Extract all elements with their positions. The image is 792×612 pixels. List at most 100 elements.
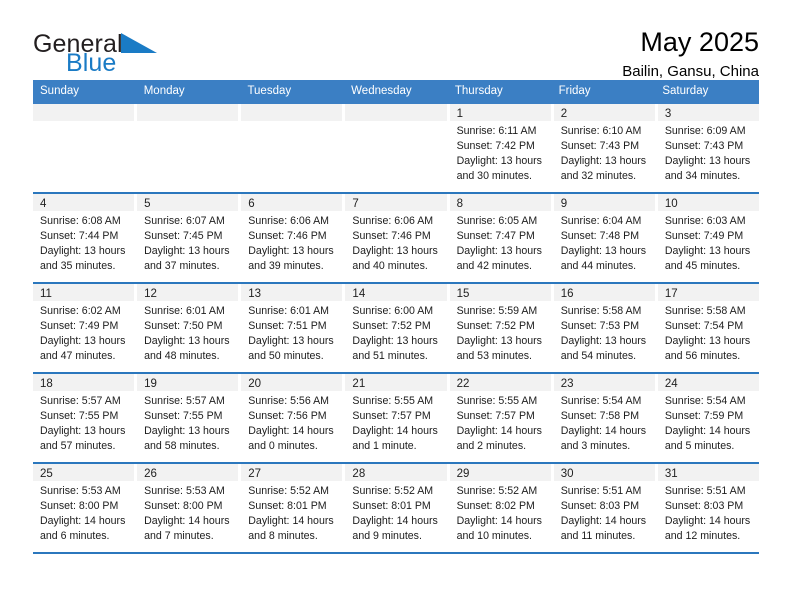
calendar-day-cell[interactable]: 28 Sunrise: 5:52 AM Sunset: 8:01 PM Dayligh…	[345, 463, 450, 552]
day-number-band: 29	[449, 463, 551, 481]
sunset-text: Sunset: 8:00 PM	[144, 499, 223, 512]
daylight-text: Daylight: 14 hours and 7 minutes.	[144, 514, 230, 542]
sunset-text: Sunset: 7:58 PM	[560, 409, 640, 422]
day-details: Sunrise: 5:52 AM Sunset: 8:01 PM Daylight:…	[241, 481, 342, 544]
sunrise-text: Sunrise: 5:53 AM	[144, 484, 225, 497]
calendar-day-cell[interactable]: 15 Sunrise: 5:59 AM Sunset: 7:52 PM Dayligh…	[449, 283, 554, 372]
brand-logo[interactable]: General Blue	[33, 28, 213, 76]
calendar-day-cell[interactable]: 2 Sunrise: 6:10 AM Sunset: 7:43 PM Daylight…	[553, 103, 658, 192]
daylight-text: Daylight: 13 hours and 39 minutes.	[248, 244, 334, 272]
sunrise-text: Sunrise: 5:54 AM	[560, 394, 642, 407]
day-number-band: 28	[345, 463, 447, 481]
day-details: Sunrise: 5:51 AM Sunset: 8:03 PM Daylight:…	[658, 481, 759, 544]
calendar-day-cell[interactable]: 17 Sunrise: 5:58 AM Sunset: 7:54 PM Dayligh…	[657, 283, 759, 372]
daylight-text: Daylight: 14 hours and 8 minutes.	[248, 514, 334, 542]
calendar-day-cell-empty	[137, 103, 242, 192]
calendar-day-cell[interactable]: 18 Sunrise: 5:57 AM Sunset: 7:55 PM Dayligh…	[33, 373, 138, 462]
day-details: Sunrise: 6:05 AM Sunset: 7:47 PM Daylight:…	[450, 211, 551, 274]
sunrise-text: Sunrise: 6:03 AM	[664, 214, 746, 227]
calendar-day-cell[interactable]: 29 Sunrise: 5:52 AM Sunset: 8:02 PM Dayligh…	[449, 463, 554, 552]
day-number-band: 26	[137, 463, 239, 481]
sunrise-text: Sunrise: 6:06 AM	[248, 214, 329, 227]
sunset-text: Sunset: 7:57 PM	[456, 409, 535, 422]
calendar-day-cell[interactable]: 24 Sunrise: 5:54 AM Sunset: 7:59 PM Dayligh…	[657, 373, 759, 462]
calendar-day-cell[interactable]: 22 Sunrise: 5:55 AM Sunset: 7:57 PM Dayligh…	[449, 373, 554, 462]
sunrise-text: Sunrise: 6:00 AM	[352, 304, 434, 317]
day-number: 26	[144, 467, 157, 480]
calendar-day-cell[interactable]: 19 Sunrise: 5:57 AM Sunset: 7:55 PM Dayligh…	[137, 373, 242, 462]
day-number: 14	[352, 287, 366, 300]
day-details: Sunrise: 6:00 AM Sunset: 7:52 PM Daylight:…	[345, 301, 446, 364]
sunset-text: Sunset: 7:50 PM	[144, 319, 223, 332]
day-number-band: 30	[553, 463, 655, 481]
calendar-day-cell[interactable]: 26 Sunrise: 5:53 AM Sunset: 8:00 PM Dayligh…	[137, 463, 242, 552]
calendar-day-cell[interactable]: 3 Sunrise: 6:09 AM Sunset: 7:43 PM Daylight…	[657, 103, 759, 192]
calendar-day-cell[interactable]: 5 Sunrise: 6:07 AM Sunset: 7:45 PM Daylight…	[137, 193, 242, 282]
calendar-day-cell[interactable]: 9 Sunrise: 6:04 AM Sunset: 7:48 PM Daylight…	[553, 193, 658, 282]
day-number-band: 16	[553, 283, 655, 301]
sunrise-text: Sunrise: 6:08 AM	[40, 214, 121, 227]
day-number-band: 27	[241, 463, 343, 481]
day-number: 6	[248, 197, 255, 210]
sunrise-text: Sunrise: 6:06 AM	[352, 214, 434, 227]
calendar-day-cell[interactable]: 6 Sunrise: 6:06 AM Sunset: 7:46 PM Daylight…	[241, 193, 346, 282]
calendar-day-cell[interactable]: 4 Sunrise: 6:08 AM Sunset: 7:44 PM Daylight…	[33, 193, 138, 282]
calendar-day-cell[interactable]: 16 Sunrise: 5:58 AM Sunset: 7:53 PM Dayligh…	[553, 283, 658, 372]
sunrise-text: Sunrise: 5:51 AM	[664, 484, 746, 497]
day-details: Sunrise: 5:57 AM Sunset: 7:55 PM Daylight:…	[33, 391, 134, 454]
sunrise-text: Sunrise: 5:56 AM	[248, 394, 329, 407]
calendar-day-cell[interactable]: 10 Sunrise: 6:03 AM Sunset: 7:49 PM Dayligh…	[657, 193, 759, 282]
sunset-text: Sunset: 7:43 PM	[560, 139, 640, 152]
sunrise-text: Sunrise: 6:11 AM	[456, 124, 537, 137]
day-number: 22	[456, 377, 470, 390]
calendar-day-cell[interactable]: 23 Sunrise: 5:54 AM Sunset: 7:58 PM Dayligh…	[553, 373, 658, 462]
calendar-day-cell[interactable]: 31 Sunrise: 5:51 AM Sunset: 8:03 PM Dayligh…	[657, 463, 759, 552]
calendar-day-cell[interactable]: 21 Sunrise: 5:55 AM Sunset: 7:57 PM Dayligh…	[345, 373, 450, 462]
calendar-day-cell[interactable]: 14 Sunrise: 6:00 AM Sunset: 7:52 PM Dayligh…	[345, 283, 450, 372]
calendar-week-row: 25 Sunrise: 5:53 AM Sunset: 8:00 PM Dayligh…	[33, 463, 759, 554]
calendar-day-cell[interactable]: 30 Sunrise: 5:51 AM Sunset: 8:03 PM Dayligh…	[553, 463, 658, 552]
day-number: 20	[248, 377, 262, 390]
day-details: Sunrise: 6:06 AM Sunset: 7:46 PM Daylight:…	[345, 211, 446, 274]
sunset-text: Sunset: 7:45 PM	[144, 229, 223, 242]
calendar-day-cell-empty	[241, 103, 346, 192]
day-number: 25	[40, 467, 53, 480]
calendar-day-cell[interactable]: 1 Sunrise: 6:11 AM Sunset: 7:42 PM Daylight…	[449, 103, 554, 192]
calendar-week-row: 1 Sunrise: 6:11 AM Sunset: 7:42 PM Daylight…	[33, 103, 759, 194]
calendar-day-cell[interactable]: 20 Sunrise: 5:56 AM Sunset: 7:56 PM Dayligh…	[241, 373, 346, 462]
day-details: Sunrise: 6:09 AM Sunset: 7:43 PM Daylight:…	[658, 121, 759, 184]
calendar-day-cell[interactable]: 27 Sunrise: 5:52 AM Sunset: 8:01 PM Dayligh…	[241, 463, 346, 552]
daylight-text: Daylight: 13 hours and 35 minutes.	[40, 244, 126, 272]
sunset-text: Sunset: 8:01 PM	[248, 499, 327, 512]
calendar-day-cell[interactable]: 25 Sunrise: 5:53 AM Sunset: 8:00 PM Dayligh…	[33, 463, 138, 552]
day-number-band: 13	[241, 283, 343, 301]
day-details: Sunrise: 6:01 AM Sunset: 7:50 PM Daylight:…	[137, 301, 238, 364]
calendar-day-cell[interactable]: 13 Sunrise: 6:01 AM Sunset: 7:51 PM Dayligh…	[241, 283, 346, 372]
weekday-header-tuesday: Tuesday	[247, 85, 292, 97]
sunrise-text: Sunrise: 6:09 AM	[664, 124, 746, 137]
day-number-band: 2	[553, 103, 655, 121]
day-number-band: 18	[33, 373, 135, 391]
day-number-band	[33, 103, 135, 121]
daylight-text: Daylight: 13 hours and 53 minutes.	[456, 334, 542, 362]
page-header: General Blue May 2025 Bailin, Gansu, Chi…	[33, 0, 759, 79]
day-number-band: 1	[449, 103, 551, 121]
day-details: Sunrise: 5:58 AM Sunset: 7:54 PM Daylight:…	[658, 301, 759, 364]
sunrise-text: Sunrise: 5:58 AM	[664, 304, 746, 317]
sunrise-text: Sunrise: 5:52 AM	[248, 484, 329, 497]
day-number-band: 12	[137, 283, 239, 301]
title-block: May 2025 Bailin, Gansu, China	[622, 27, 759, 81]
sunset-text: Sunset: 7:49 PM	[664, 229, 744, 242]
calendar-day-cell[interactable]: 8 Sunrise: 6:05 AM Sunset: 7:47 PM Daylight…	[449, 193, 554, 282]
sunset-text: Sunset: 7:44 PM	[40, 229, 119, 242]
day-details: Sunrise: 5:54 AM Sunset: 7:58 PM Daylight:…	[554, 391, 655, 454]
day-details: Sunrise: 5:52 AM Sunset: 8:02 PM Daylight:…	[450, 481, 551, 544]
sunset-text: Sunset: 7:49 PM	[40, 319, 119, 332]
calendar-day-cell[interactable]: 12 Sunrise: 6:01 AM Sunset: 7:50 PM Dayligh…	[137, 283, 242, 372]
calendar-day-cell[interactable]: 7 Sunrise: 6:06 AM Sunset: 7:46 PM Daylight…	[345, 193, 450, 282]
day-details: Sunrise: 5:54 AM Sunset: 7:59 PM Daylight:…	[658, 391, 759, 454]
calendar-day-cell[interactable]: 11 Sunrise: 6:02 AM Sunset: 7:49 PM Dayligh…	[33, 283, 138, 372]
calendar-week-row: 18 Sunrise: 5:57 AM Sunset: 7:55 PM Dayligh…	[33, 373, 759, 464]
day-number: 28	[352, 467, 366, 480]
daylight-text: Daylight: 14 hours and 10 minutes.	[456, 514, 542, 542]
